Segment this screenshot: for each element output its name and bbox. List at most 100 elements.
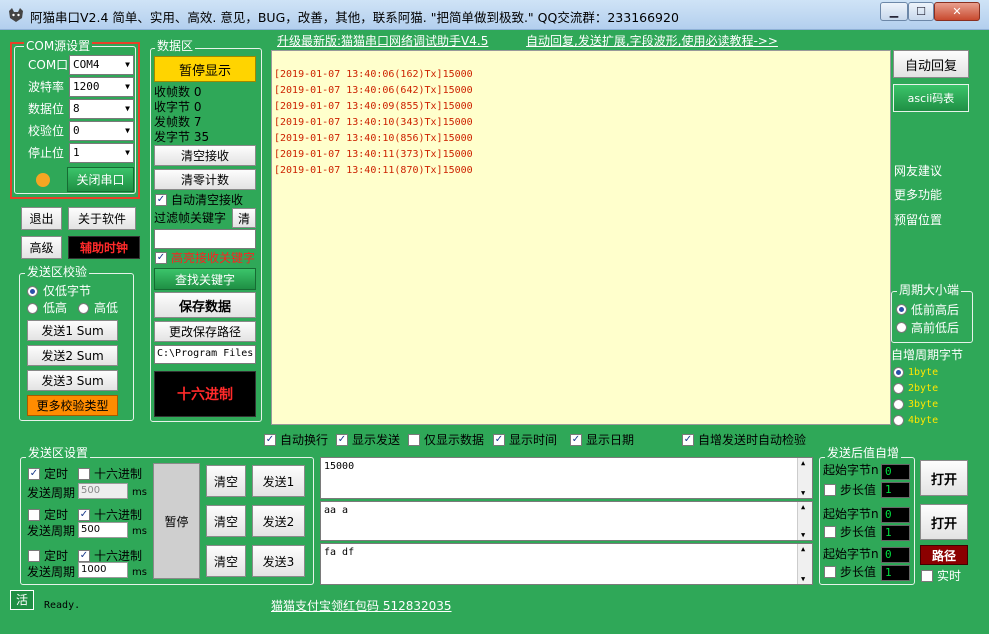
scrollbar[interactable]: ▲ ▼ <box>797 544 812 584</box>
step1-field[interactable]: 1 <box>881 482 910 498</box>
timed1-checkbox[interactable]: ✓ <box>28 468 40 480</box>
send-text-2[interactable]: aa a ▲ ▼ <box>320 501 813 541</box>
auto-check-checkbox[interactable]: ✓ <box>682 434 694 446</box>
period1-label: 发送周期 <box>27 486 76 500</box>
pause-send-button[interactable]: 暂停 <box>153 463 200 579</box>
period3-input[interactable]: 1000 <box>78 562 128 578</box>
parity-select[interactable]: 0 ▼ <box>69 121 134 141</box>
baud-select[interactable]: 1200 ▼ <box>69 77 134 97</box>
stop-bits-select[interactable]: 1 ▼ <box>69 143 134 163</box>
find-keyword-button[interactable]: 查找关键字 <box>154 268 256 290</box>
only-data-checkbox[interactable] <box>408 434 420 446</box>
about-button[interactable]: 关于软件 <box>68 207 136 230</box>
start-byte3-field[interactable]: 0 <box>881 547 910 563</box>
hex2-checkbox[interactable]: ✓ <box>78 509 90 521</box>
step3-field[interactable]: 1 <box>881 565 910 581</box>
close-port-button[interactable]: 关闭串口 <box>67 167 134 192</box>
data-bits-select[interactable]: 8 ▼ <box>69 99 134 119</box>
maximize-button[interactable]: ☐ <box>908 2 934 21</box>
high-low-radio[interactable] <box>78 303 89 314</box>
advanced-button[interactable]: 高级 <box>21 236 62 259</box>
com-port-select[interactable]: COM4 ▼ <box>69 55 134 75</box>
tx-frames-value: 7 <box>193 115 202 129</box>
receive-area[interactable]: [2019-01-07 13:40:06(162)Tx]15000 [2019-0… <box>271 50 891 425</box>
send-text-3-value: fa df <box>324 547 355 558</box>
clear3-button[interactable]: 清空 <box>206 545 246 577</box>
send3-sum-button[interactable]: 发送3 Sum <box>27 370 118 391</box>
scrollbar[interactable]: ▲ ▼ <box>797 502 812 540</box>
open1-button[interactable]: 打开 <box>920 460 968 496</box>
show-date-checkbox[interactable]: ✓ <box>570 434 582 446</box>
send2-button[interactable]: 发送2 <box>252 505 305 537</box>
baud-value: 1200 <box>73 80 100 93</box>
byte3-radio[interactable] <box>893 399 904 410</box>
period2-input[interactable]: 500 <box>78 522 128 538</box>
alipay-link[interactable]: 猫猫支付宝领红包码 512832035 <box>271 597 452 614</box>
ascii-table-button[interactable]: ascii码表 <box>893 84 969 112</box>
low-high-radio[interactable] <box>27 303 38 314</box>
path-button[interactable]: 路径 <box>920 545 968 565</box>
send3-button[interactable]: 发送3 <box>252 545 305 577</box>
auto-reply-button[interactable]: 自动回复 <box>893 50 969 78</box>
low-byte-radio[interactable] <box>27 286 38 297</box>
byte2-radio[interactable] <box>893 383 904 394</box>
clear1-button[interactable]: 清空 <box>206 465 246 497</box>
clear2-button[interactable]: 清空 <box>206 505 246 537</box>
save-data-button[interactable]: 保存数据 <box>154 292 256 318</box>
more-func-link[interactable]: 更多功能 <box>894 188 942 202</box>
step2-checkbox[interactable] <box>824 526 836 538</box>
chevron-down-icon: ▼ <box>801 489 806 497</box>
byte4-radio[interactable] <box>893 415 904 426</box>
send-text-1[interactable]: 15000 ▲ ▼ <box>320 457 813 499</box>
suggest-link[interactable]: 网友建议 <box>894 164 942 178</box>
auto-wrap-checkbox[interactable]: ✓ <box>264 434 276 446</box>
filter-input[interactable] <box>154 229 256 249</box>
send2-sum-button[interactable]: 发送2 Sum <box>27 345 118 366</box>
close-icon: ✕ <box>952 5 962 18</box>
step2-field[interactable]: 1 <box>881 525 910 541</box>
recv-line: [2019-01-07 13:40:09(855)Tx]15000 <box>274 101 473 112</box>
timed3-checkbox[interactable] <box>28 550 40 562</box>
minimize-button[interactable]: ▁ <box>880 2 908 21</box>
save-path-field[interactable]: C:\Program Files <box>154 345 256 364</box>
minimize-icon: ▁ <box>889 5 899 18</box>
scrollbar[interactable]: ▲ ▼ <box>797 458 812 498</box>
show-date-label: 显示日期 <box>586 433 635 447</box>
reset-count-button[interactable]: 清零计数 <box>154 169 256 190</box>
open2-button[interactable]: 打开 <box>920 504 968 540</box>
change-path-button[interactable]: 更改保存路径 <box>154 321 256 342</box>
period1-input[interactable]: 500 <box>78 483 128 499</box>
close-button[interactable]: ✕ <box>934 2 980 21</box>
send1-button[interactable]: 发送1 <box>252 465 305 497</box>
more-check-button[interactable]: 更多校验类型 <box>27 395 118 416</box>
high-first-radio[interactable] <box>896 322 907 333</box>
auto-clear-checkbox[interactable]: ✓ <box>155 194 167 206</box>
start-byte1-field[interactable]: 0 <box>881 464 910 480</box>
data-bits-label: 数据位 <box>28 102 65 116</box>
show-time-checkbox[interactable]: ✓ <box>493 434 505 446</box>
low-first-radio[interactable] <box>896 304 907 315</box>
auto-reply-info-link[interactable]: 自动回复,发送扩展,字段波形,使用必读教程->> <box>526 32 778 49</box>
clear-recv-button[interactable]: 清空接收 <box>154 145 256 166</box>
upgrade-link[interactable]: 升级最新版:猫猫串口网络调试助手V4.5 <box>277 32 488 49</box>
filter-clear-button[interactable]: 清 <box>232 208 256 228</box>
aux-clock-button[interactable]: 辅助时钟 <box>68 236 140 259</box>
show-send-checkbox[interactable]: ✓ <box>336 434 348 446</box>
highlight-checkbox[interactable]: ✓ <box>155 252 167 264</box>
filter-label: 过滤帧关键字 <box>154 211 227 225</box>
tx-bytes-label: 发字节 <box>154 130 191 144</box>
byte1-radio[interactable] <box>893 367 904 378</box>
step1-checkbox[interactable] <box>824 484 836 496</box>
send-text-3[interactable]: fa df ▲ ▼ <box>320 543 813 585</box>
pause-display-button[interactable]: 暂停显示 <box>154 56 256 82</box>
start-byte2-field[interactable]: 0 <box>881 507 910 523</box>
exit-button[interactable]: 退出 <box>21 207 62 230</box>
send1-sum-button[interactable]: 发送1 Sum <box>27 320 118 341</box>
timed2-checkbox[interactable] <box>28 509 40 521</box>
hex1-checkbox[interactable] <box>78 468 90 480</box>
rx-bytes-stat: 收字节 0 <box>154 100 201 114</box>
hex3-checkbox[interactable]: ✓ <box>78 550 90 562</box>
hex-mode-button[interactable]: 十六进制 <box>154 371 256 417</box>
step3-checkbox[interactable] <box>824 566 836 578</box>
realtime-checkbox[interactable] <box>921 570 933 582</box>
